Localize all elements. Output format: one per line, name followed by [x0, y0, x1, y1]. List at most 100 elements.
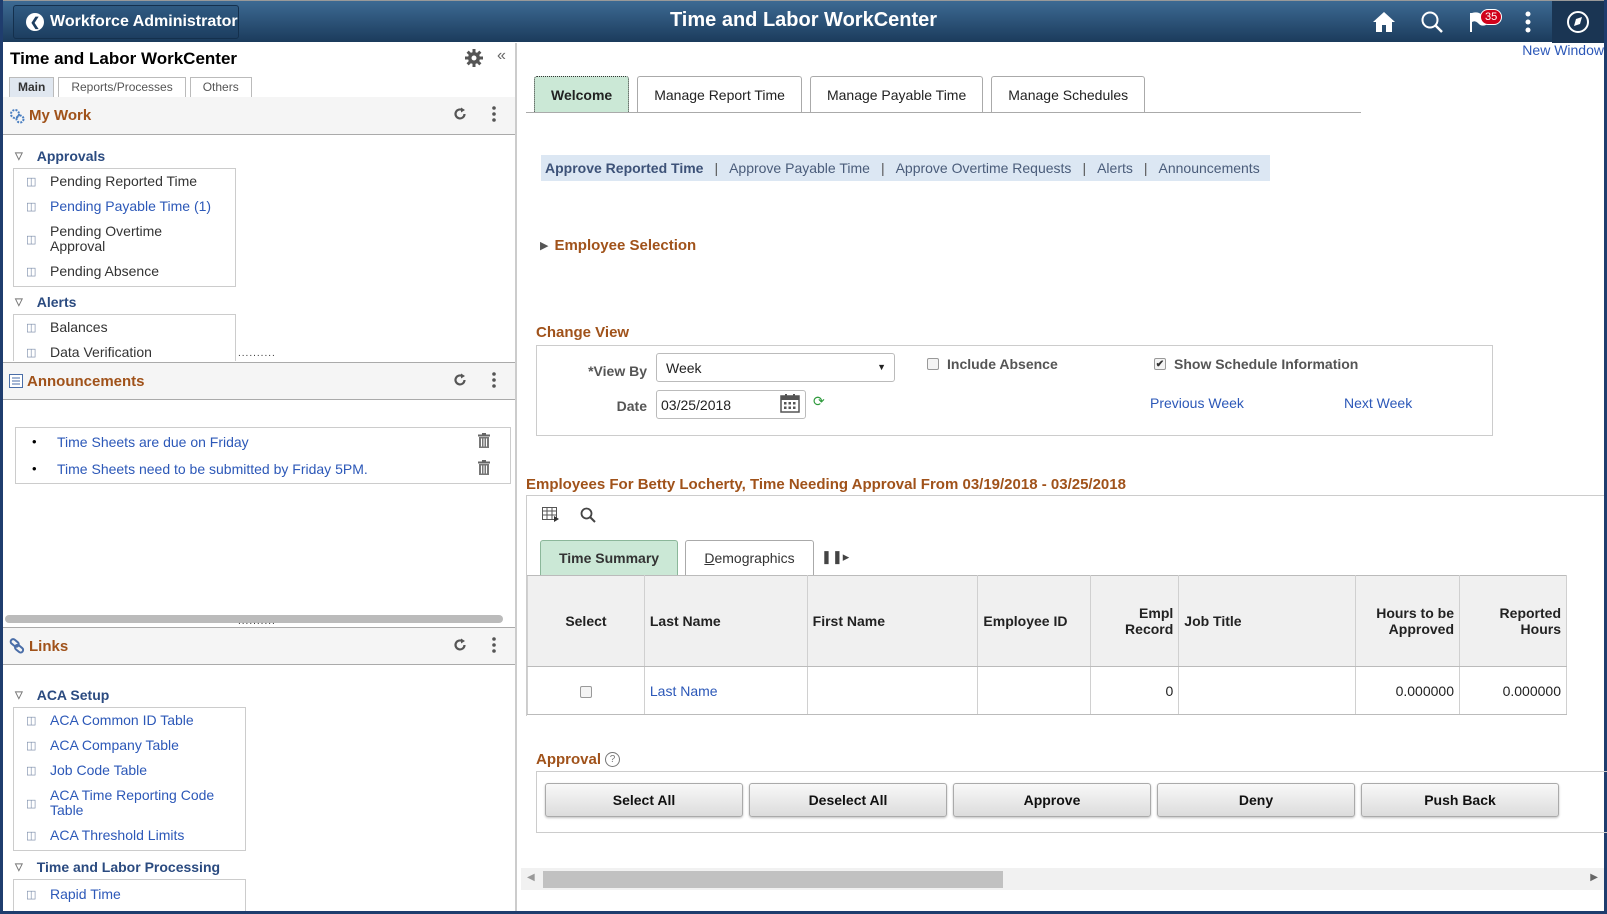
- include-absence-label: Include Absence: [947, 356, 1058, 372]
- deny-button[interactable]: Deny: [1157, 783, 1355, 817]
- link-aca-threshold-limits[interactable]: ◫ ACA Threshold Limits: [14, 823, 245, 848]
- personalize-grid-icon[interactable]: [542, 507, 560, 526]
- col-reported-hours[interactable]: Reported Hours: [1459, 575, 1567, 667]
- scroll-left-arrow-icon[interactable]: ◀: [527, 872, 535, 883]
- links-pagelet-header: Links: [3, 627, 515, 665]
- tab-demographics[interactable]: Demographics: [685, 540, 814, 575]
- left-tab-reports-processes[interactable]: Reports/Processes: [58, 77, 186, 97]
- link-data-verification[interactable]: ◫ Data Verification: [14, 340, 235, 361]
- help-icon[interactable]: ?: [605, 752, 621, 767]
- group-alerts[interactable]: ▽ Alerts: [15, 294, 76, 310]
- view-by-select[interactable]: Week ▼: [656, 353, 895, 382]
- subnav-alerts[interactable]: Alerts: [1097, 160, 1133, 176]
- new-window-link[interactable]: New Window: [1522, 42, 1604, 58]
- subnav-approve-reported-time[interactable]: Approve Reported Time: [545, 160, 703, 176]
- search-icon: [1421, 11, 1443, 33]
- refresh-icon[interactable]: [453, 107, 467, 124]
- next-week-link[interactable]: Next Week: [1344, 395, 1412, 411]
- settings-gear-icon[interactable]: [465, 49, 483, 70]
- show-schedule-checkbox[interactable]: ✔ Show Schedule Information: [1154, 356, 1358, 372]
- link-aca-company-table[interactable]: ◫ ACA Company Table: [14, 733, 245, 758]
- grid-search-icon[interactable]: [580, 507, 596, 526]
- link-pending-overtime-approval[interactable]: ◫ Pending Overtime Approval: [14, 219, 235, 259]
- left-tab-main[interactable]: Main: [9, 77, 55, 97]
- col-empl-record[interactable]: Empl Record: [1090, 575, 1180, 667]
- include-absence-checkbox[interactable]: Include Absence: [927, 356, 1058, 372]
- pagelet-menu-icon[interactable]: [492, 372, 496, 391]
- scrollbar-thumb[interactable]: [543, 871, 1003, 888]
- announcement-link[interactable]: Time Sheets need to be submitted by Frid…: [57, 461, 368, 477]
- tab-manage-schedules[interactable]: Manage Schedules: [991, 76, 1146, 113]
- dropdown-arrow-icon: ▼: [877, 362, 886, 372]
- push-back-button[interactable]: Push Back: [1361, 783, 1559, 817]
- refresh-icon[interactable]: [453, 638, 467, 655]
- approve-button[interactable]: Approve: [953, 783, 1151, 817]
- tab-manage-report-time[interactable]: Manage Report Time: [637, 76, 802, 113]
- search-button[interactable]: [1408, 1, 1456, 43]
- back-button[interactable]: ❮ Workforce Administrator: [13, 5, 239, 39]
- col-first-name[interactable]: First Name: [806, 575, 979, 667]
- view-by-label: *View By: [588, 363, 647, 379]
- window-icon: ◫: [26, 201, 37, 213]
- home-button[interactable]: [1360, 1, 1408, 43]
- left-tab-others[interactable]: Others: [189, 77, 252, 97]
- announcement-link[interactable]: Time Sheets are due on Friday: [57, 434, 249, 450]
- row-select-checkbox[interactable]: [579, 685, 592, 698]
- group-approvals[interactable]: ▽ Approvals: [15, 148, 105, 164]
- link-rapid-time[interactable]: ◫ Rapid Time: [14, 882, 245, 907]
- tab-time-summary[interactable]: Time Summary: [540, 540, 678, 575]
- group-approvals-label: Approvals: [36, 148, 106, 164]
- link-pending-reported-time[interactable]: ◫ Pending Reported Time: [14, 169, 235, 194]
- col-hours-to-be-approved[interactable]: Hours to be Approved: [1355, 575, 1460, 667]
- tab-divider: [526, 112, 1361, 113]
- horizontal-scrollbar[interactable]: ◀ ▶: [521, 868, 1604, 890]
- collapse-triangle-icon: ▽: [15, 296, 23, 308]
- link-pending-absence[interactable]: ◫ Pending Absence: [14, 259, 235, 284]
- col-job-title[interactable]: Job Title: [1178, 575, 1357, 667]
- pagelet-menu-icon[interactable]: [492, 106, 496, 125]
- navbar-button[interactable]: [1552, 1, 1604, 43]
- group-aca-setup[interactable]: ▽ ACA Setup: [15, 687, 109, 703]
- refresh-date-icon[interactable]: ⟳: [813, 393, 825, 410]
- trash-icon[interactable]: [478, 433, 490, 451]
- show-all-columns-icon[interactable]: ❚❚▸: [821, 549, 849, 565]
- employee-selection-toggle[interactable]: ▶ Employee Selection: [540, 237, 696, 254]
- subnav-approve-payable-time[interactable]: Approve Payable Time: [729, 160, 870, 176]
- col-last-name[interactable]: Last Name: [643, 575, 808, 667]
- col-employee-id[interactable]: Employee ID: [977, 575, 1092, 667]
- tab-welcome[interactable]: Welcome: [534, 76, 630, 113]
- link-pending-payable-time[interactable]: ◫ Pending Payable Time (1): [14, 194, 235, 219]
- announcement-item: • Time Sheets need to be submitted by Fr…: [16, 455, 510, 482]
- collapse-pane-icon[interactable]: «: [497, 47, 506, 65]
- back-button-label: Workforce Administrator: [50, 13, 238, 30]
- col-select[interactable]: Select: [527, 575, 645, 667]
- window-icon: ◫: [26, 347, 37, 359]
- tab-manage-payable-time[interactable]: Manage Payable Time: [809, 76, 984, 113]
- resize-handle[interactable]: ..........: [238, 616, 276, 627]
- checkbox-box-checked: ✔: [1154, 358, 1166, 370]
- deselect-all-button[interactable]: Deselect All: [749, 783, 947, 817]
- calendar-icon[interactable]: [780, 393, 800, 416]
- last-name-link[interactable]: Last Name: [650, 683, 718, 699]
- link-job-code-table[interactable]: ◫ Job Code Table: [14, 758, 245, 783]
- link-aca-time-reporting-code-table[interactable]: ◫ ACA Time Reporting Code Table: [14, 783, 245, 823]
- aca-setup-link-list: ◫ ACA Common ID Table ◫ ACA Company Table …: [13, 707, 246, 851]
- grid-title: Employees For Betty Locherty, Time Needi…: [526, 476, 1126, 493]
- select-all-button[interactable]: Select All: [545, 783, 743, 817]
- time-labor-processing-link-list: ◫ Rapid Time: [13, 879, 246, 911]
- subnav-approve-overtime-requests[interactable]: Approve Overtime Requests: [896, 160, 1072, 176]
- trash-icon[interactable]: [478, 460, 490, 478]
- actions-menu-button[interactable]: [1504, 1, 1552, 43]
- resize-handle[interactable]: ..........: [238, 348, 276, 359]
- left-pane: Time and Labor WorkCenter « Main Reports…: [3, 43, 517, 911]
- cell-employee-id: [977, 666, 1092, 715]
- previous-week-link[interactable]: Previous Week: [1150, 395, 1244, 411]
- scroll-right-arrow-icon[interactable]: ▶: [1590, 872, 1598, 883]
- pagelet-menu-icon[interactable]: [492, 637, 496, 656]
- link-balances[interactable]: ◫ Balances: [14, 315, 235, 340]
- group-time-labor-processing[interactable]: ▽ Time and Labor Processing: [15, 859, 220, 875]
- refresh-icon[interactable]: [453, 373, 467, 390]
- link-aca-common-id-table[interactable]: ◫ ACA Common ID Table: [14, 708, 245, 733]
- notifications-button[interactable]: 35: [1456, 1, 1504, 43]
- subnav-announcements[interactable]: Announcements: [1159, 160, 1260, 176]
